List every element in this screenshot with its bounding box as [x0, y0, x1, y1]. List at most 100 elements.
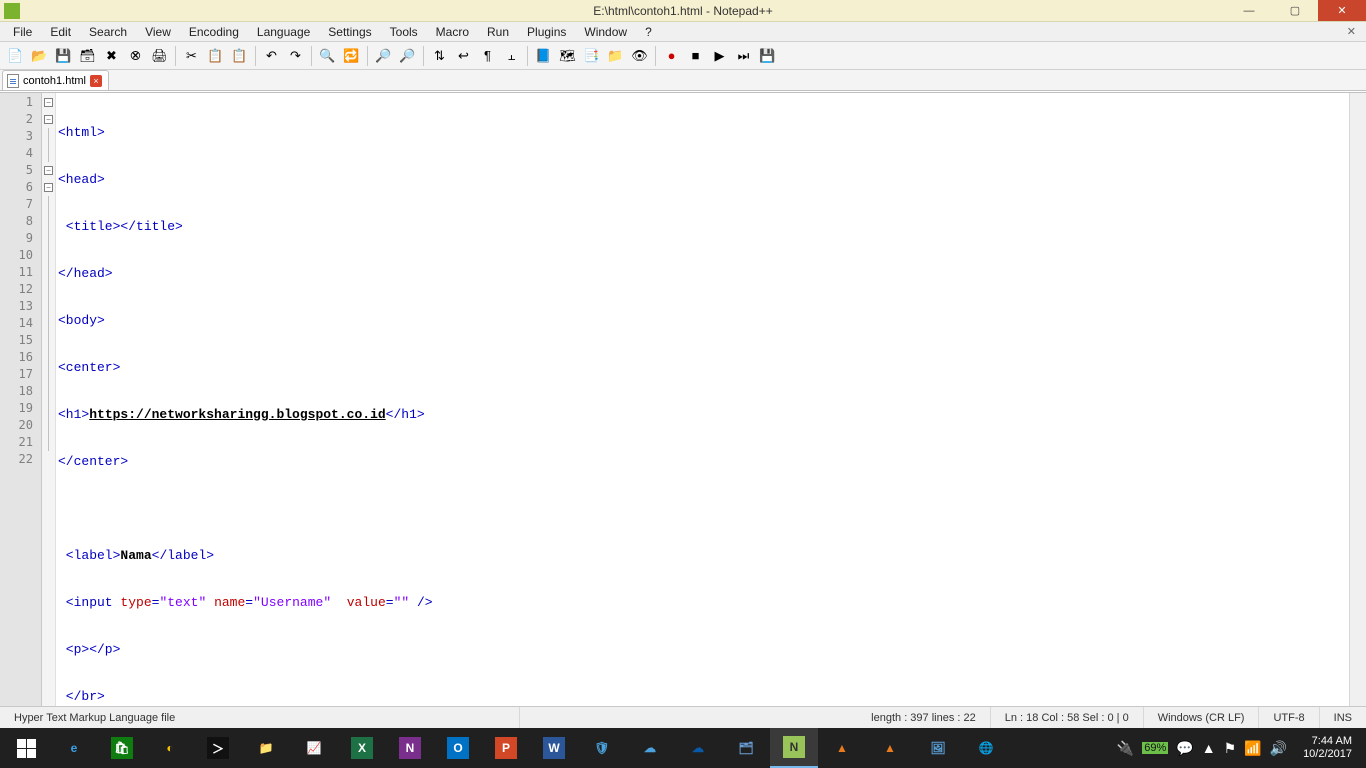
menu-run[interactable]: Run	[478, 23, 518, 41]
taskbar-word[interactable]: W	[530, 728, 578, 768]
taskbar-cmd[interactable]: ＞	[194, 728, 242, 768]
save-icon[interactable]: 💾	[52, 44, 75, 67]
tray-volume-icon[interactable]: 🔊	[1270, 740, 1287, 757]
play-macro-icon[interactable]: ▶	[708, 44, 731, 67]
save-all-icon[interactable]: 🗃	[76, 44, 99, 67]
new-file-icon[interactable]: 📄	[4, 44, 27, 67]
indent-guide-icon[interactable]: ⫠	[500, 44, 523, 67]
toolbar: 📄 📂 💾 🗃 ✖ ⮿ 🖨 ✂ 📋 📋 ↶ ↷ 🔍 🔁 🔎 🔎 ⇅ ↩ ¶ ⫠ …	[0, 42, 1366, 70]
menu-view[interactable]: View	[136, 23, 180, 41]
tab-contoh1[interactable]: contoh1.html ×	[2, 70, 109, 90]
line-number-gutter: 12345678910111213141516171819202122	[0, 93, 42, 706]
find-icon[interactable]: 🔍	[316, 44, 339, 67]
editor[interactable]: 12345678910111213141516171819202122 − − …	[0, 92, 1366, 706]
taskbar-weather[interactable]: ☁	[626, 728, 674, 768]
monitor-icon[interactable]: 👁	[628, 44, 651, 67]
taskbar-outlook[interactable]: O	[434, 728, 482, 768]
stop-macro-icon[interactable]: ■	[684, 44, 707, 67]
undo-icon[interactable]: ↶	[260, 44, 283, 67]
tray-network-icon[interactable]: 📶	[1244, 740, 1261, 757]
tab-label: contoh1.html	[23, 75, 86, 87]
word-wrap-icon[interactable]: ↩	[452, 44, 475, 67]
start-button[interactable]	[2, 728, 50, 768]
cut-icon[interactable]: ✂	[180, 44, 203, 67]
tray-action-center-icon[interactable]: 💬	[1176, 740, 1193, 757]
maximize-button[interactable]: ▢	[1272, 0, 1318, 21]
tray-flag-icon[interactable]: ⚑	[1224, 740, 1237, 757]
menu-file[interactable]: File	[4, 23, 41, 41]
tray-clock[interactable]: 7:44 AM 10/2/2017	[1295, 735, 1360, 761]
copy-icon[interactable]: 📋	[204, 44, 227, 67]
taskbar-onenote[interactable]: N	[386, 728, 434, 768]
play-multi-icon[interactable]: ⏭	[732, 44, 755, 67]
udl-icon[interactable]: 📘	[532, 44, 555, 67]
vertical-scrollbar[interactable]	[1349, 93, 1366, 706]
tray-battery-label: 69%	[1142, 742, 1168, 754]
menu-settings[interactable]: Settings	[319, 23, 380, 41]
show-all-chars-icon[interactable]: ¶	[476, 44, 499, 67]
sync-v-icon[interactable]: ⇅	[428, 44, 451, 67]
zoom-in-icon[interactable]: 🔎	[372, 44, 395, 67]
tab-close-icon[interactable]: ×	[90, 75, 102, 87]
status-bar: Hyper Text Markup Language file length :…	[0, 706, 1366, 728]
fold-column[interactable]: − − − −	[42, 93, 56, 706]
close-file-icon[interactable]: ✖	[100, 44, 123, 67]
folder-tree-icon[interactable]: 📁	[604, 44, 627, 67]
open-file-icon[interactable]: 📂	[28, 44, 51, 67]
status-encoding: UTF-8	[1259, 707, 1319, 728]
tray-safely-remove-icon[interactable]: 🔌	[1117, 740, 1134, 757]
status-filetype: Hyper Text Markup Language file	[0, 707, 520, 728]
menu-plugins[interactable]: Plugins	[518, 23, 575, 41]
menu-edit[interactable]: Edit	[41, 23, 80, 41]
system-tray[interactable]: 🔌 69% 💬 ▲ ⚑ 📶 🔊 7:44 AM 10/2/2017	[1117, 735, 1364, 761]
taskbar-excel[interactable]: X	[338, 728, 386, 768]
taskbar-photos[interactable]: 🖼	[914, 728, 962, 768]
print-icon[interactable]: 🖨	[148, 44, 171, 67]
taskbar-chrome[interactable]: 🌐	[962, 728, 1010, 768]
taskbar-ie[interactable]: e	[50, 728, 98, 768]
minimize-button[interactable]: —	[1226, 0, 1272, 21]
taskbar: e 🛍 ◐ ＞ 📁 📈 X N O P W 🛡 ☁ ☁ 🗂 N ▲ ▲ 🖼 🌐 …	[0, 728, 1366, 768]
taskbar-library[interactable]: 🗂	[722, 728, 770, 768]
file-icon	[7, 74, 19, 88]
taskbar-vlc-2[interactable]: ▲	[866, 728, 914, 768]
doc-map-icon[interactable]: 🗺	[556, 44, 579, 67]
taskbar-explorer[interactable]: 📁	[242, 728, 290, 768]
close-all-icon[interactable]: ⮿	[124, 44, 147, 67]
menu-window[interactable]: Window	[575, 23, 636, 41]
window-title: E:\html\contoh1.html - Notepad++	[593, 4, 772, 18]
title-bar: E:\html\contoh1.html - Notepad++ — ▢ ✕	[0, 0, 1366, 22]
taskbar-store[interactable]: 🛍	[98, 728, 146, 768]
tray-chevron-up-icon[interactable]: ▲	[1202, 740, 1216, 756]
taskbar-vlc-1[interactable]: ▲	[818, 728, 866, 768]
status-ins: INS	[1320, 707, 1366, 728]
code-area[interactable]: <html> <head> <title></title> </head> <b…	[56, 93, 1349, 706]
menu-bar: File Edit Search View Encoding Language …	[0, 22, 1366, 42]
app-icon	[4, 3, 20, 19]
taskbar-taskmgr[interactable]: 📈	[290, 728, 338, 768]
paste-icon[interactable]: 📋	[228, 44, 251, 67]
replace-icon[interactable]: 🔁	[340, 44, 363, 67]
menu-search[interactable]: Search	[80, 23, 136, 41]
status-eol: Windows (CR LF)	[1144, 707, 1260, 728]
save-macro-icon[interactable]: 💾	[756, 44, 779, 67]
close-button[interactable]: ✕	[1318, 0, 1366, 21]
zoom-out-icon[interactable]: 🔎	[396, 44, 419, 67]
func-list-icon[interactable]: 📑	[580, 44, 603, 67]
menu-encoding[interactable]: Encoding	[180, 23, 248, 41]
taskbar-notepadpp[interactable]: N	[770, 728, 818, 768]
menu-close-doc[interactable]: ✕	[1341, 25, 1362, 38]
taskbar-onedrive[interactable]: ☁	[674, 728, 722, 768]
status-length: length : 397 lines : 22	[857, 707, 991, 728]
status-position: Ln : 18 Col : 58 Sel : 0 | 0	[991, 707, 1144, 728]
menu-tools[interactable]: Tools	[381, 23, 427, 41]
menu-help[interactable]: ?	[636, 23, 661, 41]
taskbar-amigo[interactable]: ◐	[146, 728, 194, 768]
menu-language[interactable]: Language	[248, 23, 319, 41]
record-macro-icon[interactable]: ●	[660, 44, 683, 67]
menu-macro[interactable]: Macro	[427, 23, 478, 41]
taskbar-security[interactable]: 🛡	[578, 728, 626, 768]
redo-icon[interactable]: ↷	[284, 44, 307, 67]
taskbar-powerpoint[interactable]: P	[482, 728, 530, 768]
tab-strip: contoh1.html ×	[0, 70, 1366, 91]
